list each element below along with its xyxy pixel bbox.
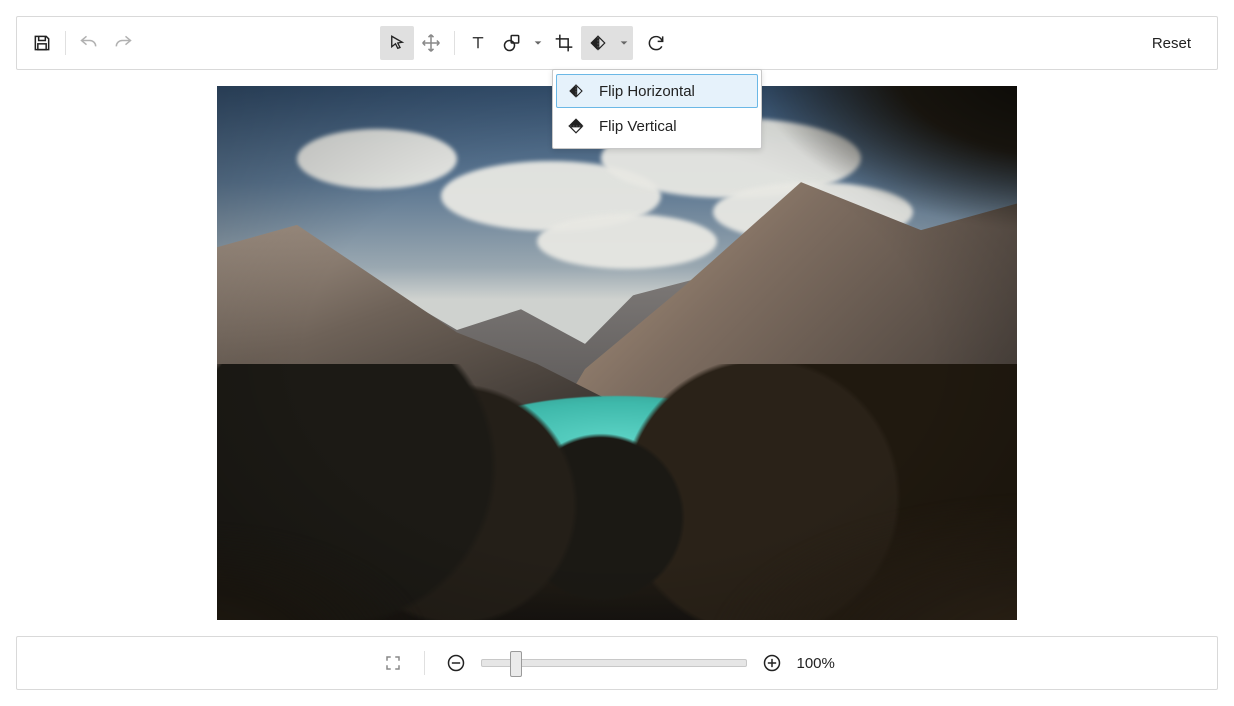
- flip-tool-split-button[interactable]: [581, 26, 633, 60]
- zoom-slider[interactable]: [481, 659, 747, 667]
- flip-horizontal-icon: [565, 83, 587, 99]
- zoom-in-icon: [762, 653, 782, 673]
- rotate-button[interactable]: [639, 26, 673, 60]
- flip-tool-dropdown-button[interactable]: [615, 26, 633, 60]
- redo-button[interactable]: [106, 26, 140, 60]
- fit-screen-button[interactable]: [378, 648, 408, 678]
- toolbar-separator: [424, 651, 425, 675]
- redo-icon: [112, 33, 134, 53]
- flip-dropdown-menu: Flip Horizontal Flip Vertical: [552, 69, 762, 149]
- crop-icon: [554, 33, 574, 53]
- text-icon: [469, 33, 487, 53]
- expand-icon: [384, 654, 402, 672]
- chevron-down-icon: [533, 38, 543, 48]
- zoom-bar: 100%: [16, 636, 1218, 690]
- shape-tool-button[interactable]: [495, 26, 529, 60]
- menu-item-label: Flip Horizontal: [599, 83, 695, 100]
- undo-icon: [78, 33, 100, 53]
- image-canvas[interactable]: [217, 86, 1017, 620]
- menu-item-label: Flip Vertical: [599, 118, 677, 135]
- crop-tool-button[interactable]: [547, 26, 581, 60]
- zoom-slider-thumb[interactable]: [510, 651, 522, 677]
- zoom-out-button[interactable]: [441, 648, 471, 678]
- move-tool-button[interactable]: [414, 26, 448, 60]
- save-icon: [32, 33, 52, 53]
- save-button[interactable]: [25, 26, 59, 60]
- flip-horizontal-icon: [588, 34, 608, 52]
- zoom-percent-label: 100%: [797, 655, 857, 672]
- flip-vertical-icon: [565, 116, 587, 136]
- shape-icon: [502, 33, 522, 53]
- toolbar-separator: [65, 31, 66, 55]
- pointer-icon: [388, 33, 406, 53]
- reset-label: Reset: [1152, 35, 1191, 52]
- pointer-tool-button[interactable]: [380, 26, 414, 60]
- toolbar-separator: [454, 31, 455, 55]
- move-icon: [421, 33, 441, 53]
- flip-vertical-menu-item[interactable]: Flip Vertical: [557, 109, 757, 143]
- canvas-image: [217, 86, 1017, 620]
- shape-tool-split-button[interactable]: [495, 26, 547, 60]
- rotate-cw-icon: [646, 33, 666, 53]
- flip-horizontal-menu-item[interactable]: Flip Horizontal: [556, 74, 758, 108]
- flip-tool-button[interactable]: [581, 26, 615, 60]
- zoom-out-icon: [446, 653, 466, 673]
- reset-button[interactable]: Reset: [1134, 26, 1209, 60]
- shape-tool-dropdown-button[interactable]: [529, 26, 547, 60]
- undo-button[interactable]: [72, 26, 106, 60]
- zoom-in-button[interactable]: [757, 648, 787, 678]
- top-toolbar: Reset Flip Horizontal Flip Vertic: [16, 16, 1218, 70]
- chevron-down-icon: [619, 38, 629, 48]
- text-tool-button[interactable]: [461, 26, 495, 60]
